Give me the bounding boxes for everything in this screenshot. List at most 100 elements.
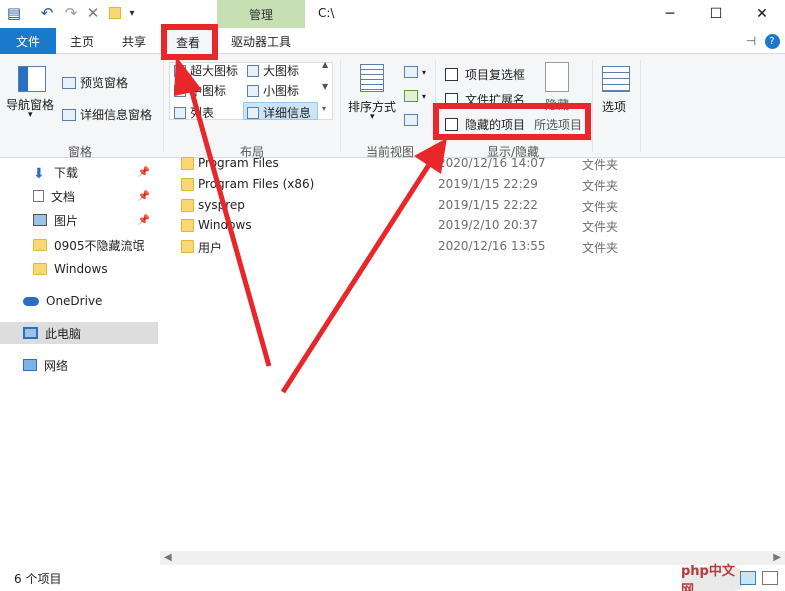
sort-by-button[interactable]: 排序方式 ▾ — [348, 62, 402, 126]
gallery-expand-icon[interactable]: ▾ — [322, 104, 326, 113]
item-count: 6 个项目 — [14, 572, 62, 586]
layout-list[interactable]: 列表 — [174, 104, 214, 121]
maximize-button[interactable]: ☐ — [693, 0, 739, 28]
details-view-toggle-icon[interactable] — [740, 571, 756, 585]
layout-extra-large-icons[interactable]: 超大图标 — [174, 62, 238, 79]
nav-pane-dropdown-icon: ▾ — [28, 110, 33, 120]
layout-details[interactable]: 详细信息 — [247, 104, 311, 121]
tab-file[interactable]: 文件 — [0, 28, 56, 54]
table-row[interactable]: 用户 2020/12/16 13:55 文件夹 — [160, 236, 785, 257]
medium-icons-icon — [174, 84, 186, 97]
ribbon-tabs: 文件 主页 共享 查看 驱动器工具 ⊣ ? — [0, 28, 785, 55]
window-title: C:\ — [318, 6, 335, 20]
group-by-button[interactable]: ▾ — [404, 66, 426, 78]
sort-by-dropdown-icon: ▾ — [370, 112, 375, 122]
add-columns-icon — [404, 90, 418, 102]
drive-icon: ▤ — [6, 4, 22, 22]
nav-item-network[interactable]: 网络 — [0, 354, 158, 376]
item-checkboxes-toggle[interactable]: 项目复选框 — [445, 66, 525, 83]
item-checkboxes-checkbox[interactable] — [445, 68, 458, 81]
navigation-pane: ⬇ 下载 📌 文档 📌 图片 📌 0905不隐藏流氓 Windows OneDr… — [0, 159, 158, 565]
computer-icon — [23, 327, 38, 339]
ribbon-panel: 导航窗格 ▾ 预览窗格 详细信息窗格 窗格 超大图标 大图标 中图标 小图标 列… — [0, 54, 785, 159]
options-label: 选项 — [602, 100, 627, 114]
layout-medium-icons[interactable]: 中图标 — [174, 82, 226, 99]
table-row[interactable]: Program Files 2020/12/16 14:07 文件夹 — [160, 153, 785, 174]
group-label-panes: 窗格 — [67, 145, 92, 159]
pin-icon: 📌 — [137, 166, 150, 178]
options-button[interactable]: 选项 — [598, 64, 634, 120]
file-list: Program Files 2020/12/16 14:07 文件夹 Progr… — [160, 156, 785, 551]
nav-item-folder-0905[interactable]: 0905不隐藏流氓 — [0, 234, 158, 256]
scroll-right-icon[interactable]: ▶ — [773, 552, 781, 563]
minimize-button[interactable]: ─ — [647, 0, 693, 28]
preview-pane-icon — [62, 76, 76, 89]
group-by-icon — [404, 66, 418, 78]
small-icons-icon — [247, 84, 259, 97]
scroll-left-icon[interactable]: ◀ — [164, 552, 172, 563]
extra-large-icons-icon — [174, 64, 186, 77]
table-row[interactable]: sysprep 2019/1/15 22:22 文件夹 — [160, 195, 785, 216]
manage-contextual-tab[interactable]: 管理 — [217, 0, 305, 28]
nav-item-onedrive[interactable]: OneDrive — [0, 290, 158, 312]
gallery-scroll-down-icon[interactable]: ▼ — [322, 82, 328, 91]
delete-icon[interactable]: ✕ — [84, 4, 102, 22]
hide-icon — [545, 62, 569, 92]
undo-icon[interactable]: ↶ — [38, 4, 56, 22]
title-bar: ▤ ↶ ↷ ✕ ▾ 管理 C:\ ─ ☐ ✕ — [0, 0, 785, 28]
picture-icon — [33, 214, 47, 226]
redo-icon[interactable]: ↷ — [62, 4, 80, 22]
cloud-icon — [23, 296, 39, 306]
details-pane-icon — [62, 108, 76, 121]
list-view-icon — [174, 106, 186, 119]
tab-share[interactable]: 共享 — [108, 28, 160, 54]
highlight-hidden-items — [433, 103, 591, 140]
add-columns-button[interactable]: ▾ — [404, 90, 426, 102]
folder-icon — [181, 178, 194, 191]
nav-pane-icon — [18, 66, 46, 92]
divider — [592, 60, 593, 152]
document-icon — [33, 190, 44, 202]
nav-pane-button[interactable]: 导航窗格 ▾ — [6, 64, 58, 124]
nav-item-windows[interactable]: Windows — [0, 258, 158, 280]
divider — [640, 60, 641, 152]
size-columns-button[interactable] — [404, 114, 422, 126]
options-icon — [602, 66, 630, 92]
nav-item-downloads[interactable]: ⬇ 下载 📌 — [0, 161, 158, 183]
large-icons-icon — [247, 64, 259, 77]
new-folder-icon[interactable] — [108, 4, 122, 22]
divider — [163, 60, 164, 152]
layout-small-icons[interactable]: 小图标 — [247, 82, 299, 99]
hide-button[interactable]: 隐藏 — [541, 62, 575, 112]
download-arrow-icon: ⬇ — [33, 166, 45, 182]
folder-icon — [181, 157, 194, 170]
nav-item-this-pc[interactable]: 此电脑 — [0, 322, 158, 344]
close-button[interactable]: ✕ — [739, 0, 785, 28]
nav-pane-label: 导航窗格 — [6, 98, 55, 112]
nav-item-pictures[interactable]: 图片 📌 — [0, 209, 158, 231]
gallery-scroll-up-icon[interactable]: ▲ — [322, 60, 328, 69]
table-row[interactable]: Program Files (x86) 2019/1/15 22:29 文件夹 — [160, 174, 785, 195]
help-icon[interactable]: ? — [764, 28, 780, 54]
status-bar: 6 个项目 php中文网 — [0, 564, 785, 591]
preview-pane-button[interactable]: 预览窗格 — [62, 74, 128, 91]
large-icons-toggle-icon[interactable] — [762, 571, 778, 585]
details-view-icon — [247, 106, 259, 119]
sort-by-label: 排序方式 — [348, 100, 397, 114]
details-pane-button[interactable]: 详细信息窗格 — [62, 106, 152, 123]
folder-icon — [181, 219, 194, 232]
pin-icon: 📌 — [137, 190, 150, 202]
tab-home[interactable]: 主页 — [56, 28, 108, 54]
pin-ribbon-icon[interactable]: ⊣ — [742, 28, 760, 54]
size-columns-icon — [404, 114, 418, 126]
divider — [340, 60, 341, 152]
sort-by-icon — [360, 64, 384, 92]
tab-drive-tools[interactable]: 驱动器工具 — [217, 28, 305, 54]
table-row[interactable]: Windows 2019/2/10 20:37 文件夹 — [160, 215, 785, 236]
quick-access-dropdown-icon[interactable]: ▾ — [126, 4, 138, 22]
watermark-logo: php中文网 — [681, 564, 745, 591]
folder-icon — [33, 239, 47, 251]
pin-icon: 📌 — [137, 214, 150, 226]
layout-large-icons[interactable]: 大图标 — [247, 62, 299, 79]
nav-item-documents[interactable]: 文档 📌 — [0, 185, 158, 207]
